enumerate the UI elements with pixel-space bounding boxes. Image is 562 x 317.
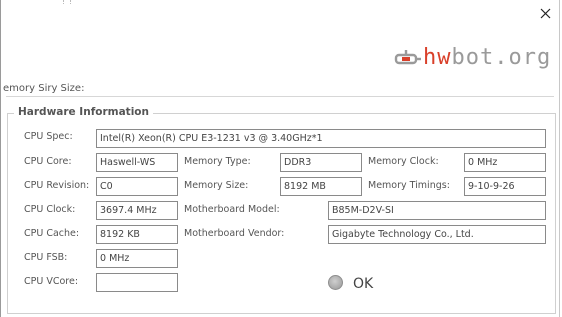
memory-size-field[interactable]: 8192 MB bbox=[280, 177, 362, 196]
cpu-clock-field[interactable]: 3697.4 MHz bbox=[96, 201, 178, 220]
cpu-core-field[interactable]: Haswell-WS bbox=[96, 153, 178, 172]
motherboard-model-label: Motherboard Model: bbox=[184, 204, 280, 215]
cpu-clock-label: CPU Clock: bbox=[24, 204, 76, 215]
motherboard-model-field[interactable]: B85M-D2V-SI bbox=[328, 201, 546, 220]
cpu-revision-field[interactable]: C0 bbox=[96, 177, 178, 196]
cpu-cache-field[interactable]: 8192 KB bbox=[96, 225, 178, 244]
cpu-core-label: CPU Core: bbox=[24, 156, 72, 167]
cpu-fsb-field[interactable]: 0 MHz bbox=[96, 249, 178, 268]
logo-text-rest: bot.org bbox=[451, 45, 552, 70]
cpu-vcore-field[interactable] bbox=[96, 273, 178, 292]
close-icon bbox=[540, 8, 551, 19]
hwbot-dialog: hwbot.org emory Siry Size: Hardware Info… bbox=[0, 0, 562, 317]
hwbot-logo: hwbot.org bbox=[393, 45, 551, 71]
memory-size-label: Memory Size: bbox=[184, 180, 249, 191]
close-button[interactable] bbox=[532, 2, 558, 26]
memory-type-label: Memory Type: bbox=[184, 156, 251, 167]
motherboard-vendor-label: Motherboard Vendor: bbox=[184, 228, 285, 239]
memory-clock-label: Memory Clock: bbox=[368, 156, 439, 167]
hardware-information-legend: Hardware Information bbox=[14, 106, 153, 118]
ok-radio-button[interactable] bbox=[328, 275, 343, 290]
ok-label[interactable]: OK bbox=[353, 276, 373, 292]
hwbot-logo-text: hwbot.org bbox=[423, 45, 551, 71]
logo-text-hw: hw bbox=[423, 45, 452, 70]
hwbot-bolt-icon bbox=[394, 50, 421, 65]
window-right-border bbox=[559, 0, 560, 317]
cpu-revision-label: CPU Revision: bbox=[24, 180, 90, 191]
memory-timings-field[interactable]: 9-10-9-26 bbox=[464, 177, 546, 196]
memory-size-truncated-label: emory Siry Size: bbox=[3, 83, 85, 94]
cpu-fsb-label: CPU FSB: bbox=[24, 252, 68, 263]
window-left-border bbox=[0, 0, 1, 317]
cpu-spec-field[interactable]: Intel(R) Xeon(R) CPU E3-1231 v3 @ 3.40GH… bbox=[96, 129, 546, 148]
memory-clock-field[interactable]: 0 MHz bbox=[464, 153, 546, 172]
cpu-spec-label: CPU Spec: bbox=[24, 131, 73, 142]
title-grip-mark bbox=[63, 0, 71, 4]
memory-type-field[interactable]: DDR3 bbox=[280, 153, 362, 172]
cpu-cache-label: CPU Cache: bbox=[24, 228, 80, 239]
motherboard-vendor-field[interactable]: Gigabyte Technology Co., Ltd. bbox=[328, 225, 546, 244]
cpu-vcore-label: CPU VCore: bbox=[24, 276, 79, 287]
section-divider bbox=[6, 96, 554, 97]
memory-timings-label: Memory Timings: bbox=[368, 180, 450, 191]
